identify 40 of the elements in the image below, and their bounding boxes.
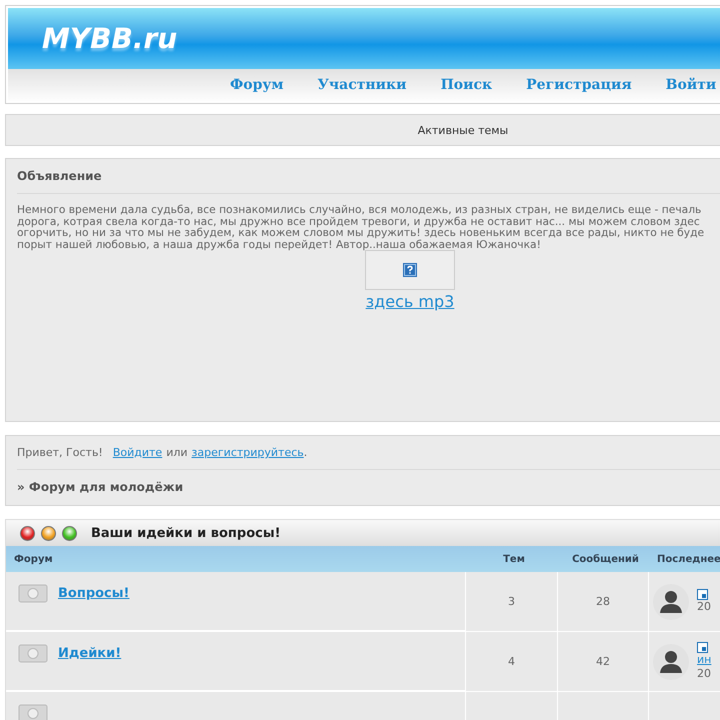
forum-icon (18, 584, 48, 604)
active-topics-link[interactable]: Активные темы (418, 124, 508, 136)
column-header: Форум (6, 546, 466, 572)
posts-cell: 42 (558, 632, 649, 692)
last-post-date: 20 (697, 600, 711, 614)
close-dot-icon[interactable] (20, 526, 35, 540)
nav-link[interactable]: Форум (230, 77, 284, 93)
minimize-dot-icon[interactable] (41, 526, 56, 540)
last-post-link[interactable]: ин (697, 653, 712, 667)
last-post-date: 20 (697, 667, 712, 681)
avatar-silhouette-icon (653, 644, 689, 680)
category-title: Ваши идейки и вопросы! (91, 526, 281, 540)
forum-icon (18, 644, 48, 664)
column-header: Последнее (649, 546, 720, 572)
topics-cell: 3 (466, 572, 558, 632)
column-header: Тем (466, 546, 558, 572)
or-text: или (166, 446, 188, 459)
announcement-text: Немного времени дала судьба, все познакомились случайно, вся молодежь, из разных стран, не виделись еще - печаль дорога, котрая свела когда-то нас, мы дружно все пройдем тревоги, и дружба не оставит нас... мы можем словом здес огорчить, но ни за что мы не забудем, как можем словом мы дружить! здесь новеньким всегда все рады, никто не буде порыт нашей любовью, а наша дружба годы перейдет! Автор..наша обажаемая Южаночка! (17, 204, 706, 250)
posts-cell: 28 (558, 572, 649, 632)
post-icon[interactable] (697, 589, 708, 600)
nav-link[interactable]: Регистрация (526, 77, 632, 93)
breadcrumb[interactable]: » Форум для молодёжи (17, 470, 720, 505)
announcement-title: Объявление (17, 159, 720, 194)
nav-link[interactable]: Войти (666, 77, 716, 93)
register-link[interactable]: зарегистрируйтесь (192, 446, 304, 459)
site-logo[interactable]: MYBB.ru (42, 22, 178, 55)
post-icon[interactable] (697, 642, 708, 653)
question-icon (403, 263, 417, 277)
login-link[interactable]: Войдите (112, 446, 162, 459)
topics-cell: 4 (466, 632, 558, 692)
maximize-dot-icon[interactable] (62, 526, 77, 540)
forum-link[interactable]: Идейки! (58, 646, 122, 661)
nav-link[interactable]: Участники (318, 77, 407, 93)
register-text: зарегистрируйтесь. (192, 446, 308, 459)
greeting-text: Привет, Гость! (17, 446, 103, 459)
forum-link[interactable]: Вопросы! (58, 586, 130, 601)
nav-link[interactable]: Поиск (440, 77, 492, 93)
mp3-link[interactable]: здесь mp3 (366, 292, 454, 311)
column-header: Сообщений (558, 546, 649, 572)
avatar-silhouette-icon (653, 584, 689, 620)
